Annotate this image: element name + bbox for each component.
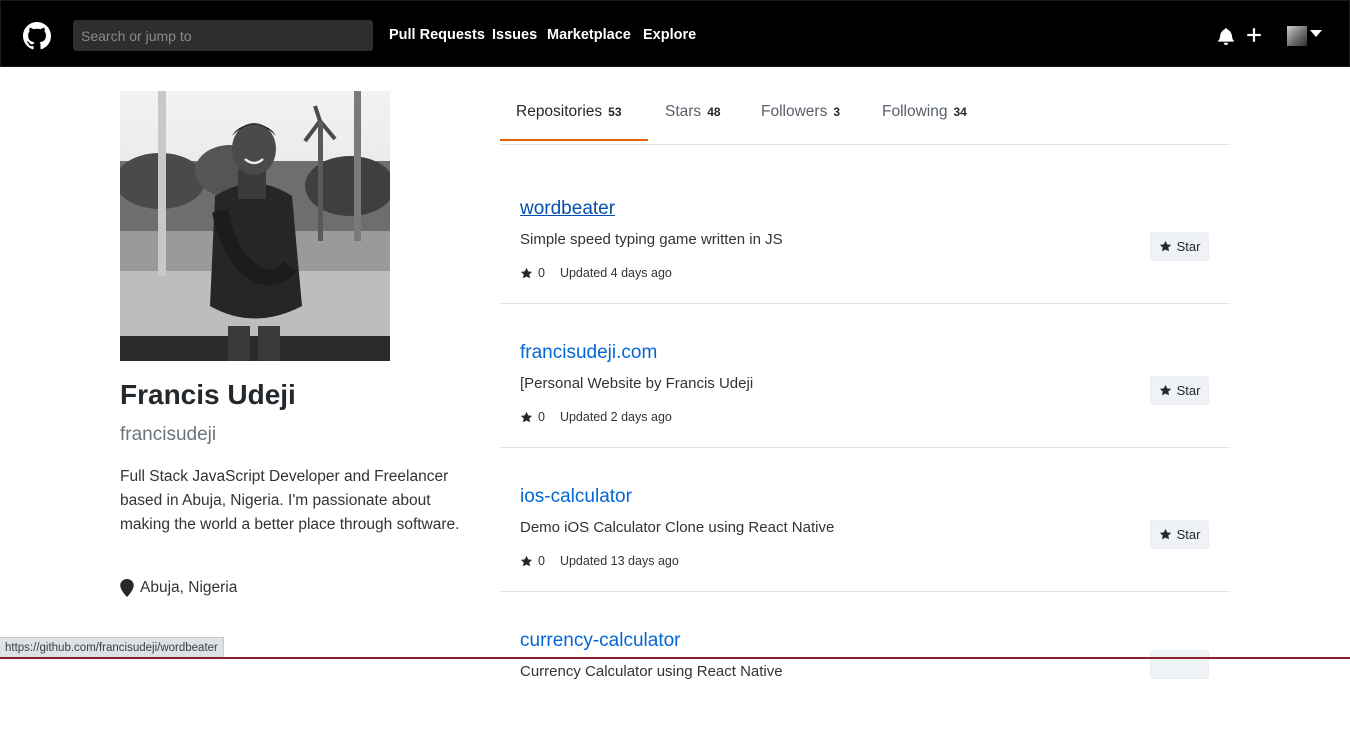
search-input[interactable] <box>73 20 373 51</box>
repo-meta: 0 Updated 13 days ago <box>520 554 679 568</box>
caret-down-icon[interactable] <box>1310 30 1322 38</box>
repo-meta: 0 Updated 4 days ago <box>520 266 672 280</box>
nav-pull-requests[interactable]: Pull Requests <box>389 27 485 43</box>
star-button-label: Star <box>1176 383 1201 398</box>
star-button[interactable]: Star <box>1150 232 1209 261</box>
tab-label: Stars <box>665 103 702 120</box>
star-button[interactable] <box>1150 650 1209 679</box>
repo-description: Simple speed typing game written in JS <box>520 231 783 248</box>
star-icon <box>520 555 533 566</box>
star-icon <box>520 411 533 422</box>
star-button-label: Star <box>1176 239 1201 254</box>
star-icon <box>1159 528 1171 540</box>
repo-item: currency-calculator Currency Calculator … <box>500 592 1230 736</box>
profile-photo <box>120 91 390 361</box>
tab-count: 3 <box>833 105 841 119</box>
tab-label: Followers <box>761 103 828 120</box>
profile-username: francisudeji <box>120 424 217 445</box>
repo-star-count: 0 <box>538 554 545 568</box>
profile-name: Francis Udeji <box>120 379 296 410</box>
repo-item: ios-calculator Demo iOS Calculator Clone… <box>500 448 1230 592</box>
repo-description: [Personal Website by Francis Udeji <box>520 375 754 392</box>
repo-description: Currency Calculator using React Native <box>520 663 783 680</box>
repo-description: Demo iOS Calculator Clone using React Na… <box>520 519 835 536</box>
repo-name-link[interactable]: ios-calculator <box>520 486 632 508</box>
profile-location: Abuja, Nigeria <box>120 579 237 597</box>
tab-following[interactable]: Following 34 <box>882 90 967 140</box>
repo-updated: Updated 2 days ago <box>559 410 672 424</box>
tab-stars[interactable]: Stars 48 <box>665 90 721 140</box>
repo-item: francisudeji.com [Personal Website by Fr… <box>500 304 1230 448</box>
tab-followers[interactable]: Followers 3 <box>761 90 840 140</box>
star-icon <box>1159 384 1171 396</box>
repo-name-link[interactable]: wordbeater <box>520 198 615 220</box>
plus-icon[interactable] <box>1245 26 1263 44</box>
star-button[interactable]: Star <box>1150 376 1209 405</box>
tab-label: Repositories <box>516 103 603 120</box>
profile-tabs: Repositories 53 Stars 48 Followers 3 Follow… <box>500 90 1230 145</box>
repo-updated: Updated 13 days ago <box>559 554 679 568</box>
avatar[interactable] <box>1287 26 1307 46</box>
nav-issues[interactable]: Issues <box>492 27 537 43</box>
star-icon <box>520 267 533 278</box>
tab-count: 53 <box>608 105 622 119</box>
status-url-bar: https://github.com/francisudeji/wordbeat… <box>0 637 224 659</box>
star-button-label: Star <box>1176 527 1201 542</box>
repo-star-count: 0 <box>538 266 545 280</box>
nav-explore[interactable]: Explore <box>643 27 696 43</box>
location-text: Abuja, Nigeria <box>140 579 238 596</box>
tab-label: Following <box>882 103 948 120</box>
repo-name-link[interactable]: francisudeji.com <box>520 342 657 364</box>
profile-bio: Full Stack JavaScript Developer and Free… <box>120 468 460 533</box>
repo-item: wordbeater Simple speed typing game writ… <box>500 160 1230 304</box>
location-pin-icon <box>120 579 134 597</box>
repo-name-link[interactable]: currency-calculator <box>520 630 681 652</box>
tab-repositories[interactable]: Repositories 53 <box>500 90 648 141</box>
bell-icon[interactable] <box>1217 27 1235 45</box>
repo-star-count: 0 <box>538 410 545 424</box>
repo-updated: Updated 4 days ago <box>559 266 672 280</box>
tab-count: 48 <box>707 105 721 119</box>
star-icon <box>1159 240 1171 252</box>
top-navbar: Pull Requests Issues Marketplace Explore <box>0 0 1350 67</box>
nav-marketplace[interactable]: Marketplace <box>547 27 631 43</box>
tab-count: 34 <box>953 105 967 119</box>
repo-meta: 0 Updated 2 days ago <box>520 410 672 424</box>
github-logo-icon[interactable] <box>23 22 51 50</box>
star-button[interactable]: Star <box>1150 520 1209 549</box>
